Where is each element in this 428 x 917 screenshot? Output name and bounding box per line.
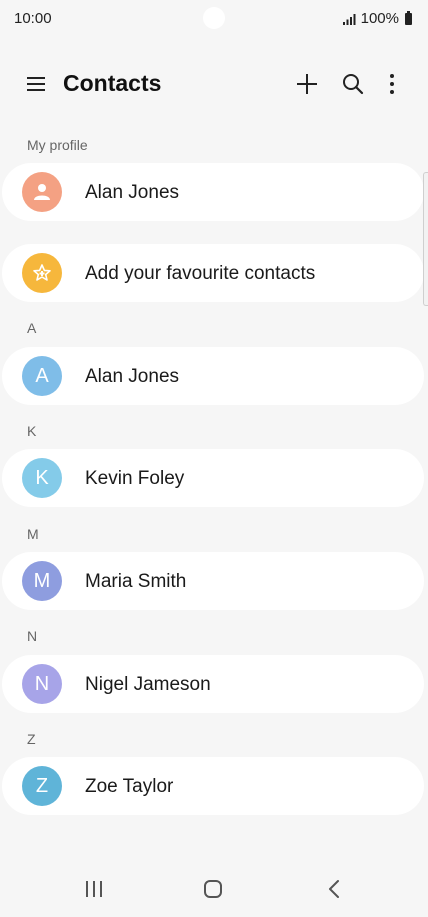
home-icon [204,880,222,898]
section-label-a: A [27,320,37,336]
section-label-k: K [27,423,37,439]
contact-item-zoe-taylor[interactable]: Z Zoe Taylor [2,757,424,815]
section-label-z: Z [27,731,36,747]
contact-name: Nigel Jameson [85,674,211,695]
contact-item-maria-smith[interactable]: M Maria Smith [2,552,424,610]
section-label-my-profile: My profile [27,137,88,153]
section-label-m: M [27,526,39,542]
contact-avatar: N [22,664,62,704]
contact-item-kevin-foley[interactable]: K Kevin Foley [2,449,424,507]
contact-avatar: A [22,356,62,396]
section-label-n: N [27,628,38,644]
contact-name: Kevin Foley [85,468,185,489]
recent-apps-button[interactable] [84,878,104,905]
page-title: Contacts [63,70,162,96]
profile-avatar [22,172,62,212]
menu-icon [27,77,45,91]
add-favourites-label: Add your favourite contacts [85,263,316,284]
recent-apps-icon [86,881,102,897]
contact-name: Zoe Taylor [85,776,174,797]
contact-avatar: Z [22,766,62,806]
status-time: 10:00 [14,10,52,27]
navigation-bar [0,862,428,917]
app-bar: Contacts [0,58,428,110]
more-vertical-icon [390,74,394,94]
contact-item-alan-jones[interactable]: A Alan Jones [2,347,424,405]
person-icon [34,184,50,200]
back-icon [329,880,339,898]
plus-icon [297,74,317,94]
add-contact-button[interactable] [292,69,322,99]
search-button[interactable] [338,69,368,99]
signal-icon [342,13,356,25]
contact-name: Maria Smith [85,571,187,592]
back-button[interactable] [324,878,344,905]
more-options-button[interactable] [380,69,404,99]
contact-avatar: M [22,561,62,601]
status-bar: 10:00 100% [0,0,428,38]
contact-avatar: K [22,458,62,498]
profile-name: Alan Jones [85,182,180,203]
search-icon [343,74,364,95]
add-favourites-card[interactable]: Add your favourite contacts [2,244,424,302]
star-icon [33,264,51,281]
favourites-avatar [22,253,62,293]
home-button[interactable] [202,878,224,905]
scrollbar[interactable] [423,172,428,306]
contact-item-nigel-jameson[interactable]: N Nigel Jameson [2,655,424,713]
profile-card[interactable]: Alan Jones [2,163,424,221]
contact-name: Alan Jones [85,366,180,387]
menu-button[interactable] [22,70,50,98]
front-camera [203,7,225,29]
status-indicators: 100% [342,10,412,27]
battery-percent: 100% [360,10,399,27]
battery-icon [405,10,412,25]
